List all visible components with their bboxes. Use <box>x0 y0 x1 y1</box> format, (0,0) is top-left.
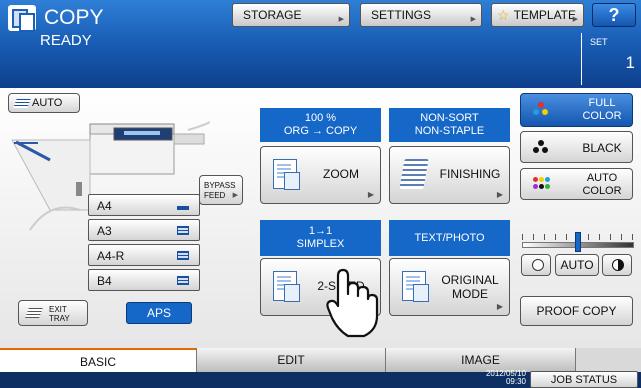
paper-stack-icon <box>399 159 429 189</box>
tray-icon <box>177 251 189 260</box>
star-icon: ☆ <box>497 6 510 23</box>
original-mode-icon <box>402 271 429 302</box>
chevron-right-icon: ▶ <box>496 190 503 199</box>
tab-image[interactable]: IMAGE <box>386 348 576 372</box>
exit-label: EXIT <box>49 305 67 314</box>
chevron-right-icon: ▶ <box>338 16 344 23</box>
full-label: FULL <box>588 97 616 109</box>
full-color-label: FULL COLOR <box>571 97 633 123</box>
template-label: TEMPLATE <box>513 8 577 22</box>
lighter-icon <box>532 259 544 271</box>
finishing-button[interactable]: FINISHING ▶ <box>389 146 510 204</box>
mode-text: TEXT/PHOTO <box>414 231 485 244</box>
storage-label: STORAGE <box>243 8 302 22</box>
black-button[interactable]: BLACK <box>520 131 633 163</box>
tray-icon <box>25 308 43 318</box>
original-mode-label: ORIGINAL MODE <box>438 273 502 301</box>
zoom-info: 100 % ORG → COPY <box>260 108 381 142</box>
sided-ratio: 1→1 <box>308 225 333 237</box>
sided-mode: SIMPLEX <box>296 238 345 250</box>
bypass-label: BYPASS <box>204 181 236 190</box>
darker-button[interactable] <box>602 254 632 276</box>
tray-label: TRAY <box>49 314 70 323</box>
paper-b4[interactable]: B4 <box>88 269 200 291</box>
set-count-area: SET 1 <box>581 33 641 85</box>
tab-edit[interactable]: EDIT <box>196 348 386 372</box>
job-status-button[interactable]: JOB STATUS <box>530 371 638 388</box>
proof-copy-button[interactable]: PROOF COPY <box>520 296 633 326</box>
status-text: READY <box>40 32 92 49</box>
finishing-label: FINISHING <box>439 167 501 181</box>
exit-tray-button[interactable]: EXIT TRAY <box>18 300 88 326</box>
auto-color-icon <box>533 177 555 191</box>
original-label: ORIGINAL <box>441 273 499 287</box>
lighter-button[interactable] <box>521 254 551 276</box>
original-mode-button[interactable]: ORIGINAL MODE ▶ <box>389 258 510 316</box>
tray-icon <box>177 206 189 210</box>
mode-label: MODE <box>452 287 488 301</box>
bypass-feed-button[interactable]: BYPASS FEED ▶ <box>199 175 243 205</box>
chevron-right-icon: ▶ <box>572 16 578 23</box>
color-label: COLOR <box>582 110 622 122</box>
time-text: 09:30 <box>505 377 526 386</box>
darker-icon <box>612 259 624 271</box>
auto-color-label: AUTO COLOR <box>571 172 633 198</box>
duplex-icon <box>273 271 300 302</box>
storage-button[interactable]: STORAGE ▶ <box>232 3 350 27</box>
tab-bar: BASIC EDIT IMAGE <box>0 348 641 372</box>
set-count: 1 <box>625 53 635 72</box>
settings-label: SETTINGS <box>371 8 432 22</box>
paper-a4r[interactable]: A4-R <box>88 244 200 266</box>
copy-icon <box>8 5 36 32</box>
color-label: COLOR <box>582 185 622 197</box>
tab-basic[interactable]: BASIC <box>0 348 196 372</box>
tray-icon <box>177 226 189 235</box>
slider-thumb[interactable] <box>575 232 581 252</box>
full-color-button[interactable]: FULL COLOR <box>520 93 633 127</box>
auto-color-button[interactable]: AUTO COLOR <box>520 168 633 200</box>
sided-info: 1→1 SIMPLEX <box>260 220 381 256</box>
paper-a4[interactable]: A4 <box>88 194 200 216</box>
black-icon <box>533 140 549 154</box>
aps-button[interactable]: APS <box>126 302 192 324</box>
zoom-label: ZOOM <box>323 167 359 181</box>
set-label: SET <box>590 37 608 47</box>
auto-label: AUTO <box>586 172 618 184</box>
zoom-org-copy: ORG → COPY <box>283 125 358 137</box>
paper-size-label: A3 <box>97 224 112 238</box>
paper-size-label: A4 <box>97 199 112 213</box>
settings-button[interactable]: SETTINGS ▶ <box>360 3 482 27</box>
tray-icon <box>177 276 189 285</box>
mode-info: TEXT/PHOTO <box>389 220 510 256</box>
finishing-info: NON-SORT NON-STAPLE <box>389 108 510 142</box>
app-title: COPY <box>44 6 104 29</box>
paper-a3[interactable]: A3 <box>88 219 200 241</box>
chevron-right-icon: ▶ <box>232 192 238 199</box>
paper-size-label: A4-R <box>97 249 125 263</box>
full-color-icon <box>533 102 549 116</box>
zoom-button[interactable]: ZOOM ▶ <box>260 146 381 204</box>
paper-size-label: B4 <box>97 274 112 288</box>
zoom-icon <box>273 159 300 190</box>
finishing-staple: NON-STAPLE <box>414 125 485 137</box>
chevron-right-icon: ▶ <box>470 16 476 23</box>
zoom-percent: 100 % <box>304 112 337 124</box>
chevron-right-icon: ▶ <box>496 302 503 311</box>
date-time: 2012/05/10 09:30 <box>460 370 526 386</box>
header-bar: COPY READY STORAGE ▶ SETTINGS ▶ ☆ TEMPLA… <box>0 0 641 88</box>
density-slider[interactable] <box>518 228 634 256</box>
help-button[interactable]: ? <box>592 3 636 27</box>
finishing-sort: NON-SORT <box>420 112 479 124</box>
black-label: BLACK <box>582 141 622 155</box>
density-auto-button[interactable]: AUTO <box>555 254 599 276</box>
hand-pointer-icon <box>326 268 379 338</box>
chevron-right-icon: ▶ <box>367 190 374 199</box>
template-button[interactable]: ☆ TEMPLATE ▶ <box>491 3 584 27</box>
